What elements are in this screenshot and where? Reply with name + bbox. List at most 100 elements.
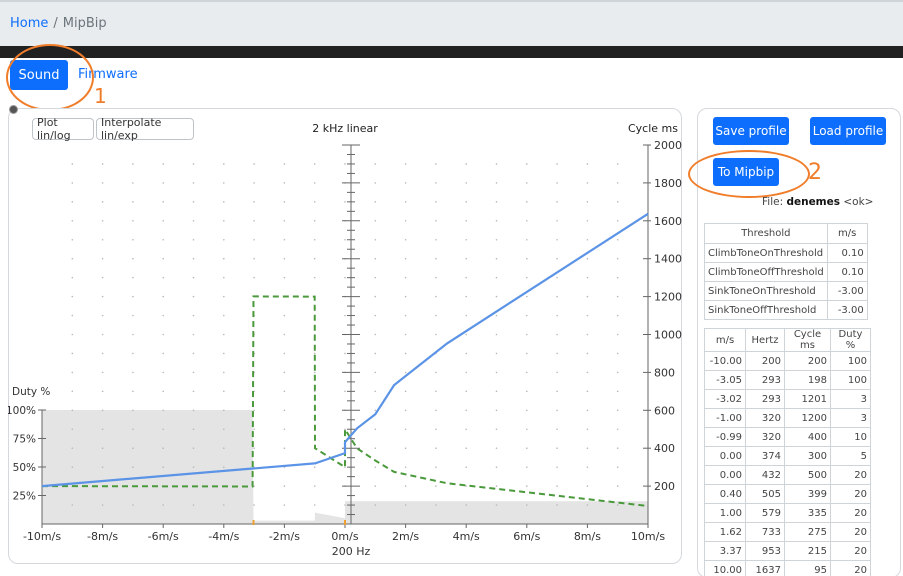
profile-cell[interactable]: 953 bbox=[745, 541, 785, 561]
profile-cell[interactable]: -0.99 bbox=[704, 427, 746, 447]
profile-cell[interactable]: 215 bbox=[784, 541, 831, 561]
profile-cell[interactable]: 5 bbox=[830, 446, 871, 466]
threshold-name-cell: ClimbToneOffThreshold bbox=[704, 262, 828, 282]
profile-cell[interactable]: 100 bbox=[830, 370, 871, 390]
table-row: -3.02 293 1201 3 bbox=[704, 389, 871, 409]
grid-dot bbox=[313, 390, 316, 393]
threshold-value-cell[interactable]: -3.00 bbox=[826, 281, 868, 301]
grid-dot bbox=[101, 504, 104, 506]
profile-cell[interactable]: -1.00 bbox=[704, 408, 746, 428]
grid-dot bbox=[465, 390, 468, 393]
grid-dot bbox=[465, 447, 468, 450]
grid-dot bbox=[526, 447, 528, 450]
threshold-value-cell[interactable]: -3.00 bbox=[826, 300, 868, 320]
profile-cell[interactable]: 1200 bbox=[784, 408, 831, 428]
grid-dot bbox=[435, 428, 437, 431]
grid-dot bbox=[71, 409, 74, 412]
profile-cell[interactable]: 95 bbox=[784, 560, 831, 576]
profile-cell[interactable]: 20 bbox=[830, 560, 871, 576]
profile-cell[interactable]: 335 bbox=[784, 503, 831, 523]
profile-cell[interactable]: 293 bbox=[745, 389, 785, 409]
grid-dot bbox=[374, 466, 377, 468]
grid-dot bbox=[526, 182, 528, 184]
grid-dot bbox=[132, 409, 134, 412]
profile-cell[interactable]: 0.00 bbox=[704, 446, 746, 466]
corner-dot-icon[interactable] bbox=[9, 105, 18, 114]
breadcrumb-home-link[interactable]: Home bbox=[10, 16, 48, 31]
grid-dot bbox=[526, 390, 528, 393]
profile-cell[interactable]: 320 bbox=[745, 408, 785, 428]
grid-dot bbox=[223, 371, 225, 374]
grid-dot bbox=[374, 163, 377, 165]
profile-cell[interactable]: 3 bbox=[830, 389, 871, 409]
profile-cell[interactable]: 432 bbox=[745, 465, 785, 485]
grid-dot bbox=[223, 352, 225, 355]
profile-cell[interactable]: 100 bbox=[830, 351, 871, 371]
profile-cell[interactable]: 399 bbox=[784, 484, 831, 504]
profile-cell[interactable]: 505 bbox=[745, 484, 785, 504]
profile-cell[interactable]: 10.00 bbox=[704, 560, 746, 576]
grid-dot bbox=[192, 447, 195, 450]
plot-scale-button[interactable]: Plot lin/log bbox=[32, 116, 94, 142]
grid-dot bbox=[132, 182, 134, 184]
grid-dot bbox=[586, 466, 589, 468]
profile-cell[interactable]: 300 bbox=[784, 446, 831, 466]
save-profile-button[interactable]: Save profile bbox=[713, 117, 789, 145]
profile-cell[interactable]: 3.37 bbox=[704, 541, 746, 561]
profile-cell[interactable]: 1.00 bbox=[704, 503, 746, 523]
grid-dot bbox=[344, 504, 346, 506]
profile-cell[interactable]: 733 bbox=[745, 522, 785, 542]
grid-dot bbox=[495, 163, 498, 165]
grid-dot bbox=[586, 504, 589, 506]
profile-cell[interactable]: 20 bbox=[830, 503, 871, 523]
profile-cell[interactable]: 374 bbox=[745, 446, 785, 466]
grid-dot bbox=[101, 295, 104, 298]
profile-cell[interactable]: 10 bbox=[830, 427, 871, 447]
profile-cell[interactable]: 1201 bbox=[784, 389, 831, 409]
profile-cell[interactable]: 200 bbox=[745, 351, 785, 371]
interpolate-button[interactable]: Interpolate lin/exp bbox=[96, 116, 194, 142]
profile-cell[interactable]: 0.40 bbox=[704, 484, 746, 504]
grid-dot bbox=[132, 220, 134, 222]
profile-cell[interactable]: 500 bbox=[784, 465, 831, 485]
profile-cell[interactable]: 20 bbox=[830, 541, 871, 561]
profile-cell[interactable]: -3.02 bbox=[704, 389, 746, 409]
profile-cell[interactable]: 20 bbox=[830, 484, 871, 504]
grid-dot bbox=[616, 504, 619, 506]
profile-cell[interactable]: 1637 bbox=[745, 560, 785, 576]
grid-dot bbox=[374, 276, 377, 279]
profile-cell[interactable]: 0.00 bbox=[704, 465, 746, 485]
profile-cell[interactable]: 275 bbox=[784, 522, 831, 542]
grid-dot bbox=[101, 257, 104, 260]
grid-dot bbox=[374, 371, 377, 374]
profile-cell[interactable]: -3.05 bbox=[704, 370, 746, 390]
profile-cell[interactable]: 320 bbox=[745, 427, 785, 447]
profile-cell[interactable]: 20 bbox=[830, 465, 871, 485]
profile-cell[interactable]: 198 bbox=[784, 370, 831, 390]
profile-cell[interactable]: 293 bbox=[745, 370, 785, 390]
grid-dot bbox=[253, 220, 255, 222]
profile-cell[interactable]: 1.62 bbox=[704, 522, 746, 542]
profile-cell[interactable]: 400 bbox=[784, 427, 831, 447]
profile-cell[interactable]: 579 bbox=[745, 503, 785, 523]
load-profile-button[interactable]: Load profile bbox=[810, 117, 886, 145]
profile-cell[interactable]: 3 bbox=[830, 408, 871, 428]
grid-dot bbox=[253, 257, 255, 260]
profile-cell[interactable]: 200 bbox=[784, 351, 831, 371]
grid-dot bbox=[344, 163, 346, 165]
grid-dot bbox=[526, 485, 528, 487]
threshold-value-cell[interactable]: 0.10 bbox=[826, 243, 868, 263]
threshold-value-cell[interactable]: 0.10 bbox=[826, 262, 868, 282]
grid-dot bbox=[404, 220, 407, 222]
profile-cell[interactable]: -10.00 bbox=[704, 351, 746, 371]
grid-dot bbox=[223, 257, 225, 260]
top-nav-bar: Home / MipBip bbox=[0, 0, 903, 46]
grid-dot bbox=[101, 238, 104, 241]
profile-chart[interactable]: 200 400 600 800 1000 1200 1400 1600 1800 2000 25% 5… bbox=[8, 108, 682, 564]
grid-dot bbox=[162, 352, 164, 355]
grid-dot bbox=[283, 409, 286, 412]
profile-cell[interactable]: 20 bbox=[830, 522, 871, 542]
grid-dot bbox=[253, 238, 255, 241]
grid-dot bbox=[404, 182, 407, 184]
grid-dot bbox=[586, 485, 589, 487]
